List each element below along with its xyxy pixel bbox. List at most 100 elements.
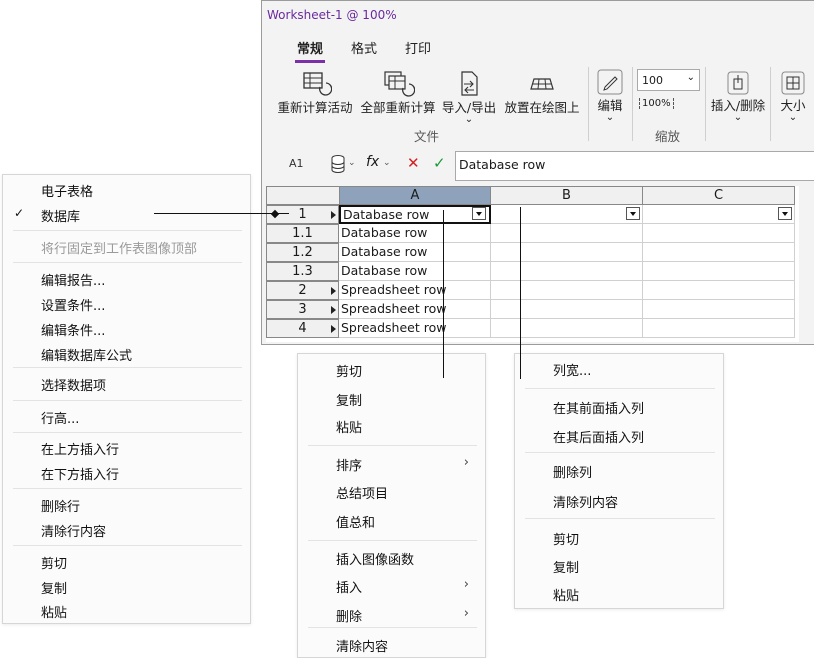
table-cell[interactable]	[643, 243, 795, 262]
menu-item-label: 复制	[41, 582, 68, 597]
table-cell[interactable]: Database row	[339, 224, 491, 243]
menu-item[interactable]: 清除行内容	[3, 521, 250, 540]
menu-item[interactable]: 在上方插入行	[3, 439, 250, 458]
row-header[interactable]: 1.2	[266, 243, 339, 262]
table-cell[interactable]	[643, 319, 795, 338]
column-header-c[interactable]: C	[642, 186, 795, 205]
menu-item[interactable]: 剪切	[515, 529, 723, 548]
menu-item[interactable]: 行高...	[3, 408, 250, 427]
table-cell[interactable]: Spreadsheet row	[339, 300, 491, 319]
table-cell[interactable]: Spreadsheet row	[339, 319, 491, 338]
dropdown-b-chevron-icon[interactable]	[626, 207, 640, 220]
row-expand-icon[interactable]	[331, 325, 336, 333]
column-header-a[interactable]: A	[339, 186, 491, 205]
menu-item[interactable]: 插入图像函数	[298, 549, 485, 568]
edit-button[interactable]: 编辑 ⌄	[593, 69, 627, 123]
table-cell[interactable]	[491, 281, 643, 300]
menu-item[interactable]: 在其后面插入列	[515, 427, 723, 446]
column-header-b[interactable]: B	[490, 186, 643, 205]
place-on-drawing-button[interactable]: 放置在绘图上	[500, 71, 584, 116]
table-cell[interactable]	[643, 224, 795, 243]
cancel-icon[interactable]: ✕	[407, 154, 420, 172]
table-cell[interactable]: Database row	[339, 243, 491, 262]
menu-item[interactable]: 粘贴	[3, 602, 250, 621]
zoom-100-button[interactable]: 100%	[639, 98, 674, 109]
menu-item[interactable]: 选择数据项	[3, 375, 250, 394]
menu-item[interactable]: 排序 ›	[298, 455, 485, 474]
table-cell[interactable]	[491, 205, 643, 224]
formula-input[interactable]: Database row	[455, 151, 814, 181]
menu-item[interactable]: 删除 ›	[298, 606, 485, 625]
row-header[interactable]: 3	[266, 300, 339, 319]
menu-item[interactable]: 粘贴	[298, 417, 485, 436]
zoom-chevron-icon: ⌄	[686, 72, 695, 83]
confirm-icon[interactable]: ✓	[433, 154, 446, 172]
row-header[interactable]: 1	[266, 205, 339, 224]
recalculate-active-button[interactable]: 重新计算活动	[275, 71, 355, 116]
menu-item[interactable]: 在其前面插入列	[515, 398, 723, 417]
table-cell[interactable]: Database row	[339, 205, 491, 224]
row-expand-icon[interactable]	[331, 211, 336, 219]
menu-item[interactable]: 复制	[3, 578, 250, 597]
menu-item[interactable]: 剪切	[3, 553, 250, 572]
menu-item[interactable]: 编辑报告...	[3, 270, 250, 289]
dropdown-a-chevron-icon[interactable]	[472, 207, 486, 220]
menu-item[interactable]: 复制	[515, 557, 723, 576]
menu-separator	[13, 400, 242, 401]
menu-item[interactable]: 值总和	[298, 512, 485, 531]
recalculate-all-button[interactable]: 全部重新计算	[358, 71, 438, 116]
table-cell[interactable]	[491, 262, 643, 281]
table-cell[interactable]: Spreadsheet row	[339, 281, 491, 300]
menu-item[interactable]: 总结项目	[298, 483, 485, 502]
cell-value: Database row	[343, 207, 430, 222]
menu-item[interactable]: 剪切	[298, 361, 485, 380]
table-cell[interactable]	[643, 262, 795, 281]
ribbon-separator	[705, 67, 706, 141]
tab-format[interactable]: 格式	[351, 38, 377, 57]
menu-item[interactable]: 列宽...	[515, 360, 723, 379]
table-cell[interactable]	[491, 243, 643, 262]
tab-print[interactable]: 打印	[405, 38, 431, 57]
menu-item[interactable]: 删除行	[3, 496, 250, 515]
menu-item[interactable]: 删除列	[515, 462, 723, 481]
import-export-button[interactable]: 导入/导出 ⌄	[440, 71, 498, 125]
row-header[interactable]: 2	[266, 281, 339, 300]
menu-item[interactable]: 插入 ›	[298, 577, 485, 596]
table-cell[interactable]	[491, 300, 643, 319]
menu-item[interactable]: 电子表格	[3, 181, 250, 200]
row-header[interactable]: 4	[266, 319, 339, 338]
table-cell[interactable]	[491, 224, 643, 243]
tab-general[interactable]: 常规	[297, 38, 323, 57]
insert-delete-button[interactable]: 插入/删除 ⌄	[708, 71, 768, 123]
menu-item[interactable]: 设置条件...	[3, 295, 250, 314]
menu-item-label: 编辑报告...	[41, 274, 106, 289]
menu-item-label: 在其前面插入列	[553, 402, 645, 417]
menu-item[interactable]: 清除内容	[298, 636, 485, 655]
menu-item[interactable]: 粘贴	[515, 585, 723, 604]
table-cell[interactable]	[643, 281, 795, 300]
menu-item[interactable]: 编辑数据库公式	[3, 345, 250, 364]
row-header[interactable]: 1.3	[266, 262, 339, 281]
menu-item[interactable]: ✓ 数据库	[3, 206, 250, 225]
row-header-label: 4	[298, 321, 307, 336]
corner-header[interactable]	[266, 186, 340, 205]
table-cell[interactable]	[643, 205, 795, 224]
row-expand-icon[interactable]	[331, 287, 336, 295]
menu-item[interactable]: 复制	[298, 390, 485, 409]
menu-item[interactable]: 在下方插入行	[3, 464, 250, 483]
menu-item-label: 清除列内容	[553, 496, 619, 511]
table-cell[interactable]	[491, 319, 643, 338]
size-button[interactable]: 大小 ⌄	[774, 71, 812, 123]
row-header[interactable]: 1.1	[266, 224, 339, 243]
zoom-select[interactable]: 100 ⌄	[637, 69, 700, 91]
menu-item[interactable]: 编辑条件...	[3, 320, 250, 339]
table-cell[interactable]: Database row	[339, 262, 491, 281]
row-expand-icon[interactable]	[331, 306, 336, 314]
cell-reference[interactable]: A1	[289, 157, 304, 170]
function-icon[interactable]: fx	[366, 154, 379, 170]
database-icon[interactable]	[331, 155, 345, 173]
table-cell[interactable]	[643, 300, 795, 319]
menu-separator	[308, 445, 477, 446]
menu-item[interactable]: 清除列内容	[515, 492, 723, 511]
dropdown-c-chevron-icon[interactable]	[778, 207, 792, 220]
